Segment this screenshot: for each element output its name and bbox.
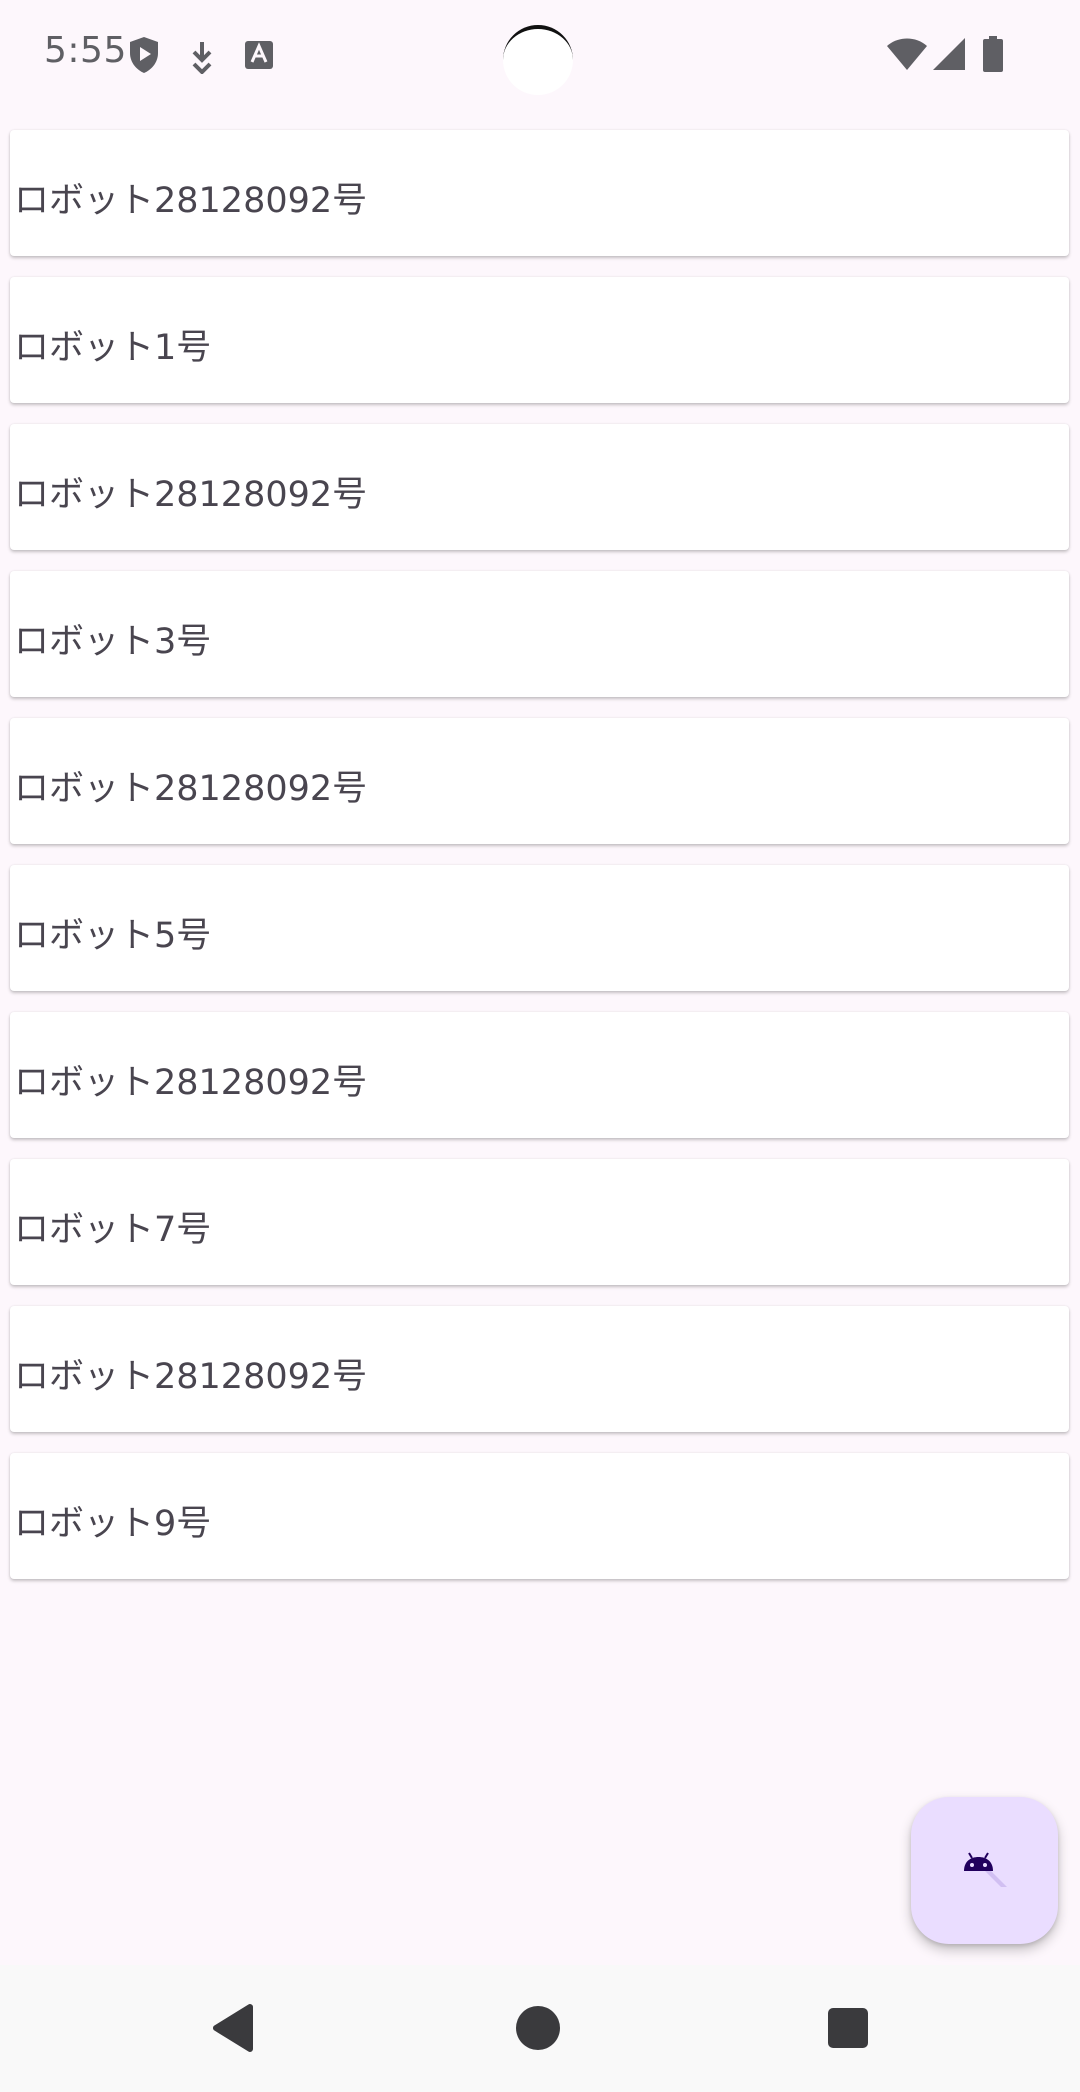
list-item[interactable]: ロボット1号 bbox=[10, 277, 1069, 403]
status-time: 5:55 bbox=[44, 30, 127, 71]
robot-label: ロボット28128092号 bbox=[14, 475, 368, 515]
list-item[interactable]: ロボット28128092号 bbox=[10, 130, 1069, 256]
list-item[interactable]: ロボット3号 bbox=[10, 571, 1069, 697]
list-item[interactable]: ロボット9号 bbox=[10, 1453, 1069, 1579]
battery-icon bbox=[983, 36, 1003, 76]
home-icon bbox=[516, 2006, 560, 2050]
add-robot-fab[interactable] bbox=[911, 1797, 1058, 1944]
robot-label: ロボット28128092号 bbox=[14, 181, 368, 221]
robot-label: ロボット7号 bbox=[14, 1210, 212, 1250]
signal-icon bbox=[933, 38, 965, 74]
shield-play-icon bbox=[128, 36, 160, 78]
robot-label: ロボット28128092号 bbox=[14, 1063, 368, 1103]
android-icon bbox=[961, 1849, 1009, 1897]
navigation-bar bbox=[0, 1965, 1080, 2092]
list-item[interactable]: ロボット5号 bbox=[10, 865, 1069, 991]
robot-label: ロボット5号 bbox=[14, 916, 212, 956]
robot-list: ロボット28128092号 ロボット1号 ロボット28128092号 ロボット3… bbox=[10, 130, 1069, 1600]
list-item[interactable]: ロボット28128092号 bbox=[10, 718, 1069, 844]
app-screen: 5:55 ロボット28128092号 ロボット1号 ロボット28128092号 … bbox=[0, 0, 1080, 2092]
recents-icon bbox=[828, 2008, 868, 2048]
list-item[interactable]: ロボット7号 bbox=[10, 1159, 1069, 1285]
robot-label: ロボット28128092号 bbox=[14, 769, 368, 809]
list-item[interactable]: ロボット28128092号 bbox=[10, 424, 1069, 550]
wifi-icon bbox=[887, 38, 927, 74]
list-item[interactable]: ロボット28128092号 bbox=[10, 1306, 1069, 1432]
home-button[interactable] bbox=[478, 1965, 598, 2092]
list-item[interactable]: ロボット28128092号 bbox=[10, 1012, 1069, 1138]
back-icon bbox=[213, 2004, 253, 2052]
recents-button[interactable] bbox=[788, 1965, 908, 2092]
back-button[interactable] bbox=[170, 1965, 290, 2092]
robot-label: ロボット1号 bbox=[14, 328, 212, 368]
font-icon bbox=[245, 41, 273, 73]
camera-cutout bbox=[503, 25, 573, 95]
download-icon bbox=[189, 40, 215, 78]
robot-label: ロボット9号 bbox=[14, 1504, 212, 1544]
status-bar: 5:55 bbox=[0, 0, 1080, 116]
robot-label: ロボット28128092号 bbox=[14, 1357, 368, 1397]
robot-label: ロボット3号 bbox=[14, 622, 212, 662]
